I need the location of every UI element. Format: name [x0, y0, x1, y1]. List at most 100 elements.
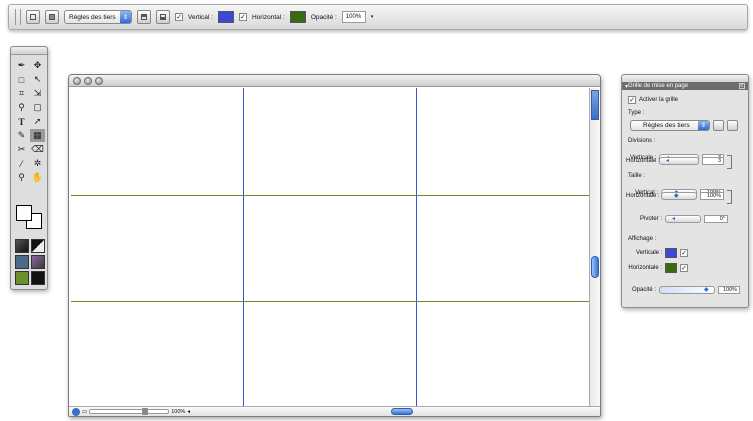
vertical-scrollbar[interactable]: [589, 88, 600, 408]
dropper-icon[interactable]: ⁄: [14, 157, 29, 170]
grid-fit-button[interactable]: [137, 10, 151, 24]
size-label: Taille :: [628, 173, 646, 179]
enable-grid-label: Activer la grille: [639, 97, 679, 103]
grid-toggle-button[interactable]: [26, 10, 40, 24]
panel-header[interactable]: ▾ Grille de mise en page ≡: [622, 82, 748, 90]
tools-titlebar[interactable]: [11, 47, 47, 55]
preview-mode-icon[interactable]: [15, 271, 29, 285]
gradient-icon[interactable]: ▦: [30, 129, 45, 142]
opacity-label: Opacité :: [310, 13, 337, 21]
rotate-label: Pivoter :: [640, 216, 663, 222]
screen-mode-icon[interactable]: [15, 255, 29, 269]
foreground-color-swatch[interactable]: [16, 205, 32, 221]
disp-horizontal-swatch[interactable]: [665, 263, 677, 273]
vertical-scroll-thumb[interactable]: [591, 256, 599, 278]
scroll-left-icon[interactable]: ◂: [187, 409, 190, 415]
panel-opacity-value: 100%: [722, 287, 738, 293]
div-horizontal-label: Horizontale :: [626, 158, 660, 164]
vertical-checkbox[interactable]: ✓: [175, 13, 183, 21]
horizontal-scroll-thumb[interactable]: [391, 408, 413, 415]
grid-horizontal-line: [71, 194, 589, 196]
divisions-label: Divisions :: [628, 138, 656, 144]
horizontal-label: Horizontal :: [251, 13, 285, 21]
vertical-label: Vertical :: [188, 13, 213, 21]
horizontal-scrollbar[interactable]: ▭ 100% ◂: [69, 406, 600, 416]
disp-vertical-label: Verticale :: [636, 250, 663, 256]
opacity-dropdown-icon[interactable]: ▾: [371, 12, 376, 22]
standard-mode-icon[interactable]: [15, 239, 29, 253]
navigator-icon[interactable]: [591, 90, 599, 120]
panel-opacity-field[interactable]: 100%: [718, 286, 741, 294]
fullscreen-mode-icon[interactable]: [31, 255, 45, 269]
document-titlebar[interactable]: [69, 75, 600, 87]
panel-menu-icon[interactable]: ≡: [739, 83, 745, 89]
disp-vertical-swatch[interactable]: [665, 248, 677, 258]
rect-shape-icon[interactable]: ▢: [30, 101, 45, 114]
bar-grip-icon[interactable]: [15, 9, 21, 25]
panel-opacity-slider[interactable]: ◆: [659, 286, 716, 294]
div-horizontal-field[interactable]: 3: [702, 157, 724, 165]
vertical-color-swatch[interactable]: [217, 11, 234, 23]
grid-more-button[interactable]: [727, 120, 738, 131]
eraser-icon[interactable]: ⌫: [30, 143, 45, 156]
image-canvas[interactable]: [71, 88, 589, 408]
zoom-out-icon[interactable]: ▭: [82, 409, 87, 415]
grid-type-value: Règles des tiers: [643, 122, 690, 129]
rotate-field[interactable]: 0°: [704, 215, 729, 223]
zoom-icon[interactable]: [95, 76, 103, 85]
disp-vertical-checkbox[interactable]: ✓: [680, 249, 688, 257]
rotate-slider[interactable]: ◂: [665, 215, 702, 223]
text-icon[interactable]: T: [14, 115, 29, 128]
hand-wheel-icon[interactable]: ✲: [30, 157, 45, 170]
opacity-value: 100%: [345, 14, 362, 20]
mask-mode-icon[interactable]: [31, 239, 45, 253]
tools-palette: ✒ ✥ □ ↖ ⌗ ⇲ ⚲ ▢ T ➚ ✎ ▦ ✂ ⌫ ⁄ ✲ ⚲ ✋: [10, 46, 48, 290]
minimize-icon[interactable]: [84, 76, 92, 85]
select-arrows-icon: ⇕: [120, 11, 131, 23]
link-bracket-icon[interactable]: [727, 155, 732, 169]
options-bar: Règles des tiers ⇕ ✓ Vertical : ✓ Horizo…: [8, 4, 748, 30]
rotate-value: 0°: [719, 216, 726, 222]
zoom-slider[interactable]: [89, 408, 170, 415]
arrow-icon[interactable]: ➚: [30, 115, 45, 128]
layout-grid-panel: ▾ Grille de mise en page ≡ ✓ Activer la …: [621, 74, 749, 308]
black-mode-icon[interactable]: [31, 271, 45, 285]
enable-grid-checkbox[interactable]: ✓: [628, 96, 636, 104]
size-horizontal-field[interactable]: 100%: [700, 192, 724, 200]
size-link-bracket-icon[interactable]: [727, 190, 732, 204]
panel-title: Grille de mise en page: [628, 83, 689, 89]
grid-settings-button[interactable]: [45, 10, 59, 24]
grid-fill-button[interactable]: [156, 10, 170, 24]
div-horizontal-slider[interactable]: ◂: [659, 157, 699, 165]
disp-horizontal-checkbox[interactable]: ✓: [680, 264, 688, 272]
zoom-blur-icon[interactable]: ✎: [14, 129, 29, 142]
transform-icon[interactable]: ⇲: [30, 87, 45, 100]
size-horizontal-slider[interactable]: ◆: [661, 192, 697, 200]
grid-preset-value: Règles des tiers: [69, 13, 116, 21]
status-globe-icon[interactable]: [72, 407, 80, 416]
magnify-icon[interactable]: ⚲: [14, 171, 29, 184]
horizontal-color-swatch[interactable]: [289, 11, 306, 23]
size-horizontal-value: 100%: [706, 193, 721, 199]
brush-icon[interactable]: ⚲: [14, 101, 29, 114]
pen-tool-icon[interactable]: ✒: [14, 59, 29, 72]
grid-type-select[interactable]: Règles des tiers ⇕: [630, 120, 710, 131]
grid-vertical-line: [243, 88, 245, 408]
crop-icon[interactable]: ⌗: [14, 87, 29, 100]
zoom-value: 100%: [171, 408, 186, 415]
panel-titlebar[interactable]: [622, 75, 748, 82]
document-window: ▭ 100% ◂: [68, 74, 601, 417]
grid-preset-select[interactable]: Règles des tiers ⇕: [64, 10, 132, 24]
marquee-icon[interactable]: □: [14, 73, 29, 86]
opacity-field[interactable]: 100%: [341, 11, 366, 23]
horizontal-checkbox[interactable]: ✓: [238, 13, 247, 21]
close-icon[interactable]: [73, 76, 81, 85]
display-label: Affichage :: [628, 236, 657, 242]
selection-icon[interactable]: ↖: [30, 73, 45, 86]
select-arrows-icon: ⇕: [698, 121, 709, 130]
clone-icon[interactable]: ✂: [14, 143, 29, 156]
div-horizontal-value: 3: [717, 158, 721, 164]
hand-icon[interactable]: ✋: [30, 171, 45, 184]
move-icon[interactable]: ✥: [30, 59, 45, 72]
grid-add-button[interactable]: [713, 120, 724, 131]
